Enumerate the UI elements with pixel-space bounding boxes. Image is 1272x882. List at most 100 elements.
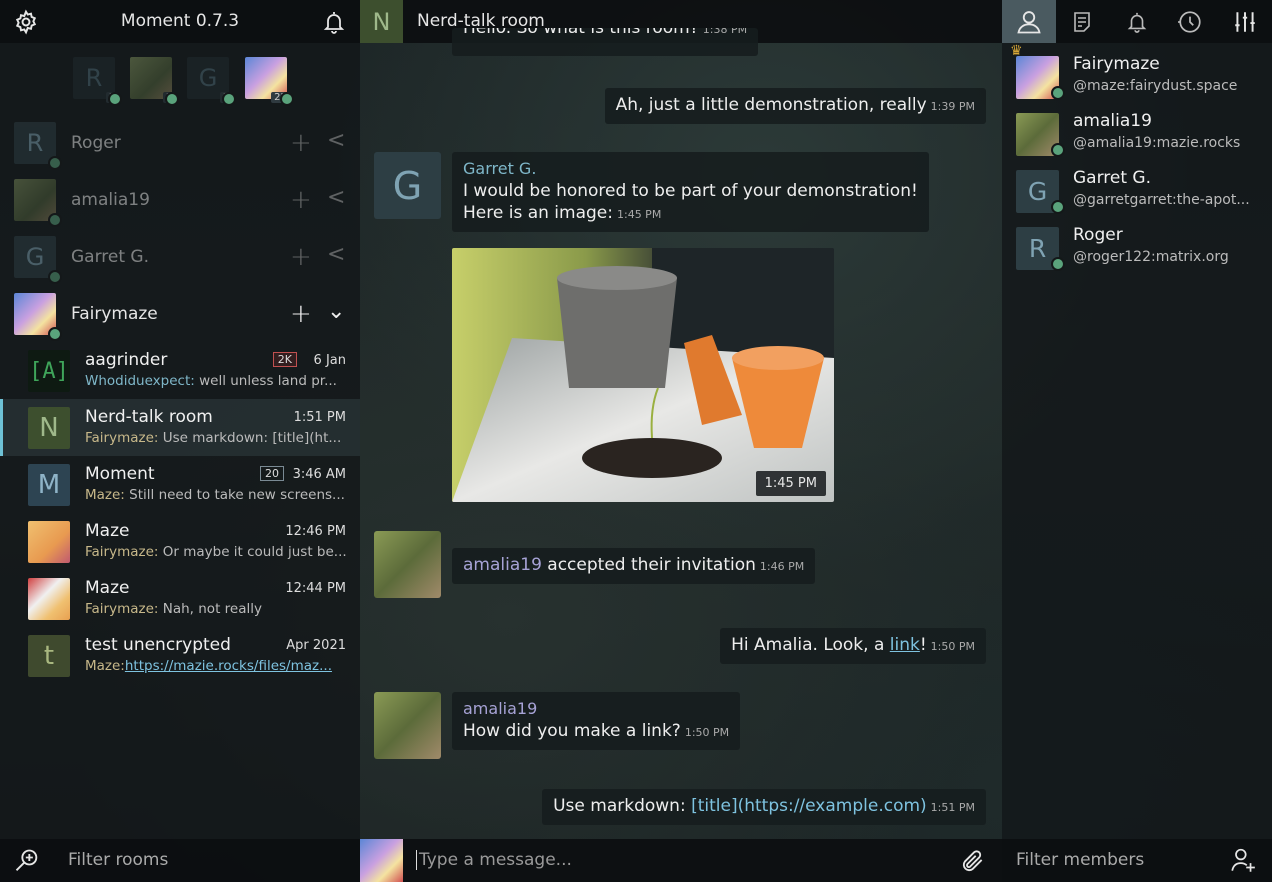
filter-rooms-bar: Filter rooms [0, 839, 360, 882]
notifications-icon[interactable] [1121, 6, 1153, 38]
room-item-maze-1[interactable]: Maze 12:46 PM Fairymaze: Or maybe it cou… [0, 513, 360, 570]
room-name: test unencrypted [85, 635, 231, 655]
presence-dot [48, 327, 62, 341]
sender-name[interactable]: Garret G. [463, 158, 918, 180]
preview-link[interactable]: https://mazie.rocks/files/maz... [125, 658, 332, 674]
members-icon[interactable] [1002, 0, 1056, 43]
message-time: 1:38 PM [702, 28, 748, 36]
presence-dot [280, 92, 294, 106]
account-letter: G [198, 64, 218, 92]
preview-sender: Fairymaze: [85, 430, 159, 446]
account-amalia-avatar[interactable]: 1 [130, 57, 175, 103]
filter-rooms-input[interactable]: Filter rooms [68, 850, 168, 870]
account-row-garret[interactable]: G Garret G. + < [0, 228, 360, 285]
unread-count-badge: 20 [260, 466, 284, 481]
room-item-aagrinder[interactable]: [A] aagrinder 2K 6 Jan Whodiduexpect: we… [0, 342, 360, 399]
message-time: 1:50 PM [684, 726, 730, 739]
member-row-roger[interactable]: R Roger @roger122:matrix.org [1002, 220, 1272, 277]
account-roger-avatar[interactable]: R 1 [73, 57, 118, 103]
bell-icon[interactable] [318, 6, 350, 38]
chevron-left-icon[interactable]: < [327, 185, 345, 210]
message-bubble: amalia19 How did you make a link? 1:50 PM [452, 692, 741, 750]
room-name: Moment [85, 464, 155, 484]
room-time: 3:46 AM [292, 467, 346, 482]
message-bubble-own: Hi Amalia. Look, a link! 1:50 PM [720, 628, 986, 664]
room-item-nerd-talk[interactable]: N Nerd-talk room 1:51 PM Fairymaze: Use … [0, 399, 360, 456]
sender-avatar-amalia[interactable] [374, 692, 441, 759]
room-preview: Maze: Still need to take new screens... [85, 487, 347, 503]
sender-avatar-amalia[interactable] [374, 531, 441, 598]
sender-name[interactable]: amalia19 [463, 698, 729, 720]
app-window: Moment 0.7.3 R 1 1 G 1 2K R Roger + < [0, 0, 1272, 882]
room-item-maze-2[interactable]: Maze 12:44 PM Fairymaze: Nah, not really [0, 570, 360, 627]
member-id: @amalia19:mazie.rocks [1073, 135, 1241, 151]
member-id: @roger122:matrix.org [1073, 249, 1229, 265]
plus-icon[interactable]: + [290, 299, 312, 329]
room-avatar [28, 578, 70, 620]
message-time: 1:39 PM [930, 100, 975, 113]
sliders-icon[interactable] [1229, 6, 1261, 38]
chevron-left-icon[interactable]: < [327, 242, 345, 267]
chevron-left-icon[interactable]: < [327, 128, 345, 153]
message-text: I would be honored to be part of your de… [463, 181, 918, 201]
member-row-amalia19[interactable]: amalia19 @amalia19:mazie.rocks [1002, 106, 1272, 163]
room-time: Apr 2021 [286, 638, 346, 653]
message-text: Ah, just a little demonstration, really [615, 95, 927, 115]
notes-icon[interactable] [1066, 6, 1098, 38]
room-item-test-unencrypted[interactable]: t test unencrypted Apr 2021 Maze:https:/… [0, 627, 360, 684]
image-timestamp: 1:45 PM [755, 471, 826, 496]
account-name: Garret G. [71, 247, 150, 267]
message-input[interactable]: Type a message... [416, 850, 572, 870]
sender-avatar-garret[interactable]: G [374, 152, 441, 219]
preview-sender: Fairymaze: [85, 601, 159, 617]
account-garret-avatar[interactable]: G 1 [187, 57, 232, 103]
crown-icon: ♛ [1010, 43, 1023, 59]
presence-dot [222, 92, 236, 106]
message-link[interactable]: link [890, 635, 920, 655]
room-preview: Maze:https://mazie.rocks/files/maz... [85, 658, 347, 674]
presence-dot [1051, 200, 1065, 214]
add-chat-icon[interactable] [12, 846, 42, 876]
message-text: Hi Amalia. Look, a [731, 635, 890, 655]
account-row-fairymaze[interactable]: Fairymaze + ⌄ [0, 285, 360, 342]
room-name: aagrinder [85, 350, 168, 370]
composer-bar: Type a message... [360, 839, 1002, 882]
message-bubble: Garret G. I would be honored to be part … [452, 152, 929, 232]
room-item-moment[interactable]: M Moment 20 3:46 AM Maze: Still need to … [0, 456, 360, 513]
attach-icon[interactable] [958, 846, 988, 876]
member-name: Roger [1073, 225, 1123, 245]
chevron-down-icon[interactable]: ⌄ [327, 299, 345, 324]
invite-member-icon[interactable] [1228, 846, 1258, 876]
presence-dot [48, 156, 62, 170]
member-row-fairymaze[interactable]: ♛ Fairymaze @maze:fairydust.space [1002, 43, 1272, 106]
preview-text: Nah, not really [158, 601, 262, 617]
image-attachment[interactable]: 1:45 PM [452, 248, 834, 502]
plus-icon[interactable]: + [290, 242, 312, 272]
account-row-roger[interactable]: R Roger + < [0, 114, 360, 171]
member-id: @maze:fairydust.space [1073, 78, 1238, 94]
plus-icon[interactable]: + [290, 185, 312, 215]
history-icon[interactable] [1174, 6, 1206, 38]
message-time: 1:51 PM [930, 801, 975, 814]
room-preview: Fairymaze: Nah, not really [85, 601, 347, 617]
account-name: Roger [71, 133, 121, 153]
message-markdown: [title](https://example.com) [691, 796, 927, 816]
preview-sender: Fairymaze: [85, 544, 159, 560]
sender-name[interactable]: amalia19 [463, 555, 542, 575]
plus-icon[interactable]: + [290, 128, 312, 158]
presence-dot [108, 92, 122, 106]
app-title: Moment 0.7.3 [120, 11, 240, 31]
presence-dot [48, 213, 62, 227]
message-time: 1:46 PM [759, 560, 805, 573]
right-tabs [1002, 0, 1272, 43]
account-row-amalia19[interactable]: amalia19 + < [0, 171, 360, 228]
event-text: accepted their invitation [541, 555, 756, 575]
member-row-garret[interactable]: G Garret G. @garretgarret:the-apot... [1002, 163, 1272, 220]
room-name: Maze [85, 521, 130, 541]
account-fairymaze-avatar[interactable]: 2K [245, 57, 290, 103]
room-time: 6 Jan [313, 353, 346, 368]
filter-members-input[interactable]: Filter members [1016, 850, 1144, 870]
member-id: @garretgarret:the-apot... [1073, 192, 1250, 208]
room-time: 1:51 PM [293, 410, 346, 425]
room-avatar: [A] [28, 350, 70, 392]
